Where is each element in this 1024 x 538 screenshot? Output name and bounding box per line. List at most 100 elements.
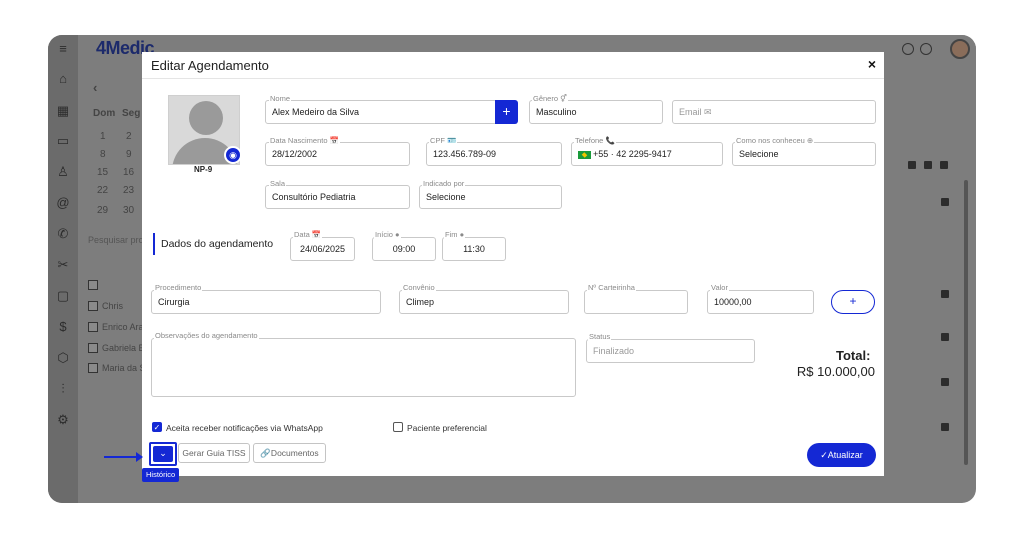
name-label: Nome: [269, 94, 292, 103]
history-tooltip: Histórico: [142, 468, 180, 482]
professional-checkbox[interactable]: [88, 343, 98, 353]
preferential-label: Paciente preferencial: [407, 423, 487, 433]
procedure-select[interactable]: Cirurgia: [151, 290, 381, 314]
procedure-label: Procedimento: [154, 283, 203, 292]
referral-source-label: Como nos conheceu ⊕: [735, 136, 815, 145]
calendar-day[interactable]: 15: [97, 167, 108, 178]
close-icon[interactable]: ×: [868, 56, 876, 72]
professional-name: Chris: [102, 301, 124, 311]
email-field[interactable]: Email ✉: [672, 100, 876, 124]
patient-code: NP-9: [194, 165, 213, 174]
insurance-label: Convênio: [402, 283, 436, 292]
card-number-label: Nº Carteirinha: [587, 283, 636, 292]
professional-search[interactable]: Pesquisar pro: [88, 235, 144, 245]
preferential-checkbox[interactable]: [393, 422, 403, 432]
add-procedure-button[interactable]: +: [831, 290, 875, 314]
chevron-down-icon: ⌄: [153, 446, 173, 462]
cpf-field[interactable]: 123.456.789-09: [426, 142, 562, 166]
lock-icon[interactable]: [908, 161, 916, 169]
modal-header: Editar Agendamento ×: [142, 52, 884, 79]
value-label: Valor: [710, 283, 729, 292]
user-avatar[interactable]: [950, 39, 970, 59]
camera-icon[interactable]: ◉: [224, 146, 242, 164]
referred-by-select[interactable]: Selecione: [419, 185, 562, 209]
professional-checkbox[interactable]: [88, 363, 98, 373]
notes-textarea[interactable]: [151, 338, 576, 397]
add-patient-button[interactable]: +: [495, 100, 518, 124]
lock-icon[interactable]: [941, 333, 949, 341]
room-select[interactable]: Consultório Pediatria: [265, 185, 410, 209]
phone-field[interactable]: +55 · 42 2295-9417: [571, 142, 723, 166]
whatsapp-checkbox[interactable]: ✓: [152, 422, 162, 432]
box-icon[interactable]: ⬡: [55, 350, 71, 366]
name-field[interactable]: Alex Medeiro da Silva: [265, 100, 497, 124]
select-all-checkbox[interactable]: [88, 280, 98, 290]
birthdate-field[interactable]: 28/12/2002: [265, 142, 410, 166]
total-value: R$ 10.000,00: [796, 364, 875, 379]
calendar-day-header: Seg: [122, 108, 141, 119]
status-label: Status: [588, 332, 612, 341]
brazil-flag-icon: [578, 150, 591, 159]
documents-button[interactable]: 🔗Documentos: [253, 443, 326, 463]
lock-icon[interactable]: [940, 161, 948, 169]
history-toggle-button[interactable]: ⌄: [149, 442, 177, 466]
calendar-day-header: Dom: [93, 108, 116, 119]
calendar-day[interactable]: 22: [97, 185, 108, 196]
gender-select[interactable]: Masculino: [529, 100, 663, 124]
update-button[interactable]: ✓Atualizar: [807, 443, 876, 467]
calendar-day[interactable]: 29: [97, 205, 108, 216]
cpf-label: CPF 🪪: [429, 136, 458, 145]
lock-icon[interactable]: [941, 423, 949, 431]
menu-icon[interactable]: ≡: [55, 41, 71, 57]
card-number-field[interactable]: [584, 290, 688, 314]
clipboard-icon[interactable]: ▢: [55, 288, 71, 304]
start-time-label: Início ●: [374, 230, 401, 239]
gender-label: Gênero ⚥: [532, 94, 568, 103]
end-time-field[interactable]: 11:30: [442, 237, 506, 261]
user-icon[interactable]: ♙: [55, 164, 71, 180]
value-field[interactable]: 10000,00: [707, 290, 814, 314]
generate-tiss-button[interactable]: Gerar Guia TISS: [178, 443, 250, 463]
scrollbar[interactable]: [964, 180, 968, 465]
phone-value: +55 · 42 2295-9417: [593, 149, 672, 159]
start-time-field[interactable]: 09:00: [372, 237, 436, 261]
total-label: Total:: [836, 348, 871, 363]
settings-icon[interactable]: ⚙: [55, 412, 71, 428]
dollar-icon[interactable]: $: [55, 319, 71, 335]
calendar-prev-icon[interactable]: ‹: [93, 80, 97, 95]
calendar-day[interactable]: 16: [123, 167, 134, 178]
lock-icon[interactable]: [941, 290, 949, 298]
insurance-select[interactable]: Climep: [399, 290, 569, 314]
help-icon[interactable]: [920, 43, 932, 55]
chat-icon[interactable]: [902, 43, 914, 55]
phone-icon[interactable]: ✆: [55, 226, 71, 242]
professional-checkbox[interactable]: [88, 301, 98, 311]
edit-appointment-modal: Editar Agendamento × ◉ NP-9 Alex Medeiro…: [142, 52, 884, 482]
appointment-date-field[interactable]: 24/06/2025: [290, 237, 355, 261]
inbox-icon[interactable]: ▭: [55, 133, 71, 149]
modal-title: Editar Agendamento: [151, 58, 269, 73]
home-icon[interactable]: ⌂: [55, 71, 71, 87]
notes-label: Observações do agendamento: [154, 331, 259, 340]
calendar-day[interactable]: 9: [126, 149, 132, 160]
professional-checkbox[interactable]: [88, 322, 98, 332]
section-title: Dados do agendamento: [161, 238, 274, 250]
lock-icon[interactable]: [941, 378, 949, 386]
calendar-day[interactable]: 23: [123, 185, 134, 196]
status-select[interactable]: Finalizado: [586, 339, 755, 363]
referral-source-select[interactable]: Selecione: [732, 142, 876, 166]
chart-icon[interactable]: ⫶: [55, 381, 71, 397]
at-icon[interactable]: @: [55, 195, 71, 211]
calendar-day[interactable]: 30: [123, 205, 134, 216]
calendar-icon[interactable]: ▦: [55, 103, 71, 119]
lock-icon[interactable]: [924, 161, 932, 169]
tools-icon[interactable]: ✂: [55, 257, 71, 273]
pointer-arrowhead: [136, 452, 143, 462]
calendar-day[interactable]: 2: [126, 131, 132, 142]
phone-label: Telefone 📞: [574, 136, 616, 145]
calendar-day[interactable]: 8: [100, 149, 106, 160]
lock-icon[interactable]: [941, 198, 949, 206]
room-label: Sala: [269, 179, 287, 188]
birthdate-label: Data Nascimento 📅: [269, 136, 340, 145]
calendar-day[interactable]: 1: [100, 131, 106, 142]
